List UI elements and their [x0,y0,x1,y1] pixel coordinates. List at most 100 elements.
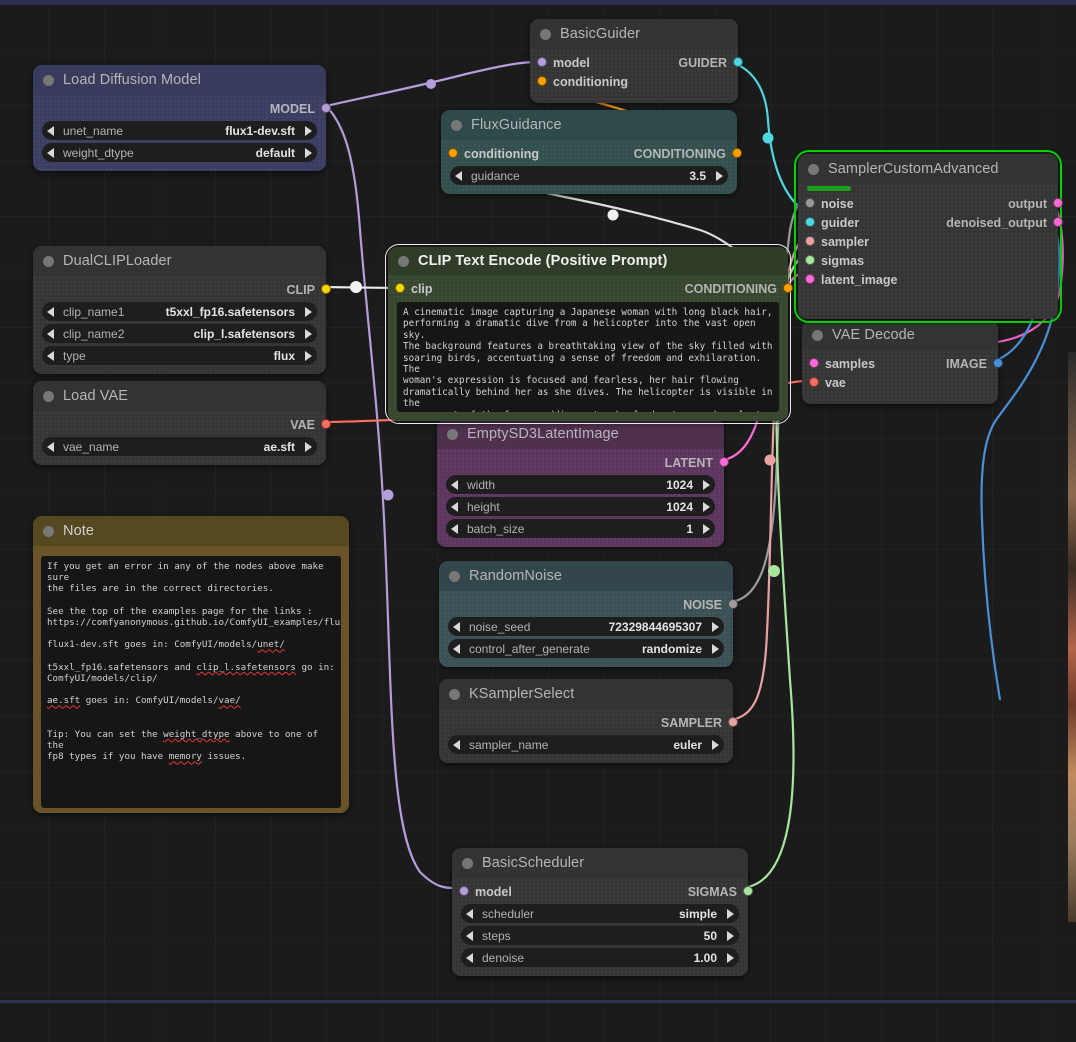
node-title-bar[interactable]: CLIP Text Encode (Positive Prompt) [388,247,788,275]
collapse-dot-icon[interactable] [812,330,823,341]
widget-control-after-generate[interactable]: control_after_generate randomize [448,639,724,658]
latent-output-port[interactable] [719,457,729,467]
decrement-arrow-icon[interactable] [47,126,54,136]
increment-arrow-icon[interactable] [727,931,734,941]
widget-value[interactable]: euler [673,738,717,752]
guider-input-port[interactable] [805,217,815,227]
widget-value[interactable]: randomize [642,642,717,656]
increment-arrow-icon[interactable] [305,351,312,361]
sampler-output-port[interactable] [728,717,738,727]
widget-value[interactable]: simple [679,907,732,921]
decrement-arrow-icon[interactable] [466,931,473,941]
model-output-port[interactable] [321,103,331,113]
decrement-arrow-icon[interactable] [47,148,54,158]
conditioning-input-port[interactable] [448,148,458,158]
widget-noise-seed[interactable]: noise_seed 72329844695307 [448,617,724,636]
slot-sigmas[interactable]: sigmas [807,251,1049,270]
node-ksampler-select[interactable]: KSamplerSelect SAMPLER sampler_name eule… [439,679,733,763]
increment-arrow-icon[interactable] [305,329,312,339]
increment-arrow-icon[interactable] [703,502,710,512]
increment-arrow-icon[interactable] [712,622,719,632]
clip-output-port[interactable] [321,284,331,294]
slot-noise[interactable]: noise output [807,194,1049,213]
node-title-bar[interactable]: BasicGuider [530,19,738,49]
output-slot-clip[interactable]: CLIP [42,280,317,299]
widget-unet-name[interactable]: unet_name flux1-dev.sft [42,121,317,140]
slot-conditioning-guider[interactable]: conditioning [539,72,729,91]
node-graph-canvas[interactable]: Load Diffusion Model MODEL unet_name flu… [0,0,1076,1042]
decrement-arrow-icon[interactable] [453,740,460,750]
collapse-dot-icon[interactable] [808,164,819,175]
decrement-arrow-icon[interactable] [453,644,460,654]
increment-arrow-icon[interactable] [712,644,719,654]
node-title-bar[interactable]: Load VAE [33,381,326,411]
node-title-bar[interactable]: Note [33,516,349,546]
slot-sampler[interactable]: sampler [807,232,1049,251]
node-title-bar[interactable]: DualCLIPLoader [33,246,326,276]
slot-model-scheduler[interactable]: model SIGMAS [461,882,739,901]
output-output-port[interactable] [1053,198,1063,208]
increment-arrow-icon[interactable] [305,148,312,158]
collapse-dot-icon[interactable] [449,689,460,700]
output-slot-noise[interactable]: NOISE [448,595,724,614]
collapse-dot-icon[interactable] [540,29,551,40]
noise-output-port[interactable] [728,599,738,609]
output-slot-latent[interactable]: LATENT [446,453,715,472]
decrement-arrow-icon[interactable] [466,953,473,963]
decrement-arrow-icon[interactable] [451,524,458,534]
node-load-vae[interactable]: Load VAE VAE vae_name ae.sft [33,381,326,465]
sampler-input-port[interactable] [805,236,815,246]
widget-value[interactable]: clip_l.safetensors [194,327,310,341]
increment-arrow-icon[interactable] [305,307,312,317]
increment-arrow-icon[interactable] [703,524,710,534]
model-input-port[interactable] [459,886,469,896]
slot-clip-encode[interactable]: clip CONDITIONING [397,279,779,298]
widget-value[interactable]: 1024 [666,500,708,514]
node-title-bar[interactable]: FluxGuidance [441,110,737,140]
widget-clip-type[interactable]: type flux [42,346,317,365]
output-slot-sampler[interactable]: SAMPLER [448,713,724,732]
increment-arrow-icon[interactable] [727,953,734,963]
widget-width[interactable]: width 1024 [446,475,715,494]
decrement-arrow-icon[interactable] [47,329,54,339]
collapse-dot-icon[interactable] [447,429,458,440]
widget-sampler-name[interactable]: sampler_name euler [448,735,724,754]
decrement-arrow-icon[interactable] [455,171,462,181]
note-textarea[interactable]: If you get an error in any of the nodes … [41,556,341,808]
increment-arrow-icon[interactable] [716,171,723,181]
conditioning-output-port[interactable] [783,283,793,293]
node-sampler-custom-advanced[interactable]: SamplerCustomAdvanced noise output guide… [798,154,1058,319]
denoised-output-port[interactable] [1053,217,1063,227]
widget-value[interactable]: ae.sft [264,440,310,454]
increment-arrow-icon[interactable] [305,442,312,452]
increment-arrow-icon[interactable] [305,126,312,136]
node-basic-scheduler[interactable]: BasicScheduler model SIGMAS scheduler si… [452,848,748,976]
node-basic-guider[interactable]: BasicGuider model GUIDER conditioning [530,19,738,103]
widget-denoise[interactable]: denoise 1.00 [461,948,739,967]
collapse-dot-icon[interactable] [451,120,462,131]
decrement-arrow-icon[interactable] [453,622,460,632]
widget-value[interactable]: 72329844695307 [609,620,717,634]
decrement-arrow-icon[interactable] [47,442,54,452]
latent-image-input-port[interactable] [805,274,815,284]
node-vae-decode[interactable]: VAE Decode samples IMAGE vae [802,320,998,404]
samples-input-port[interactable] [809,358,819,368]
node-title-bar[interactable]: Load Diffusion Model [33,65,326,95]
widget-weight-dtype[interactable]: weight_dtype default [42,143,317,162]
collapse-dot-icon[interactable] [43,391,54,402]
node-note[interactable]: Note If you get an error in any of the n… [33,516,349,813]
decrement-arrow-icon[interactable] [451,480,458,490]
widget-value[interactable]: t5xxl_fp16.safetensors [166,305,310,319]
collapse-dot-icon[interactable] [43,526,54,537]
conditioning-input-port[interactable] [537,76,547,86]
slot-guider[interactable]: guider denoised_output [807,213,1049,232]
noise-input-port[interactable] [805,198,815,208]
widget-value[interactable]: flux1-dev.sft [225,124,310,138]
widget-clip-name2[interactable]: clip_name2 clip_l.safetensors [42,324,317,343]
node-title-bar[interactable]: EmptySD3LatentImage [437,419,724,449]
clip-input-port[interactable] [395,283,405,293]
sigmas-output-port[interactable] [743,886,753,896]
model-input-port[interactable] [537,57,547,67]
decrement-arrow-icon[interactable] [451,502,458,512]
vae-output-port[interactable] [321,419,331,429]
